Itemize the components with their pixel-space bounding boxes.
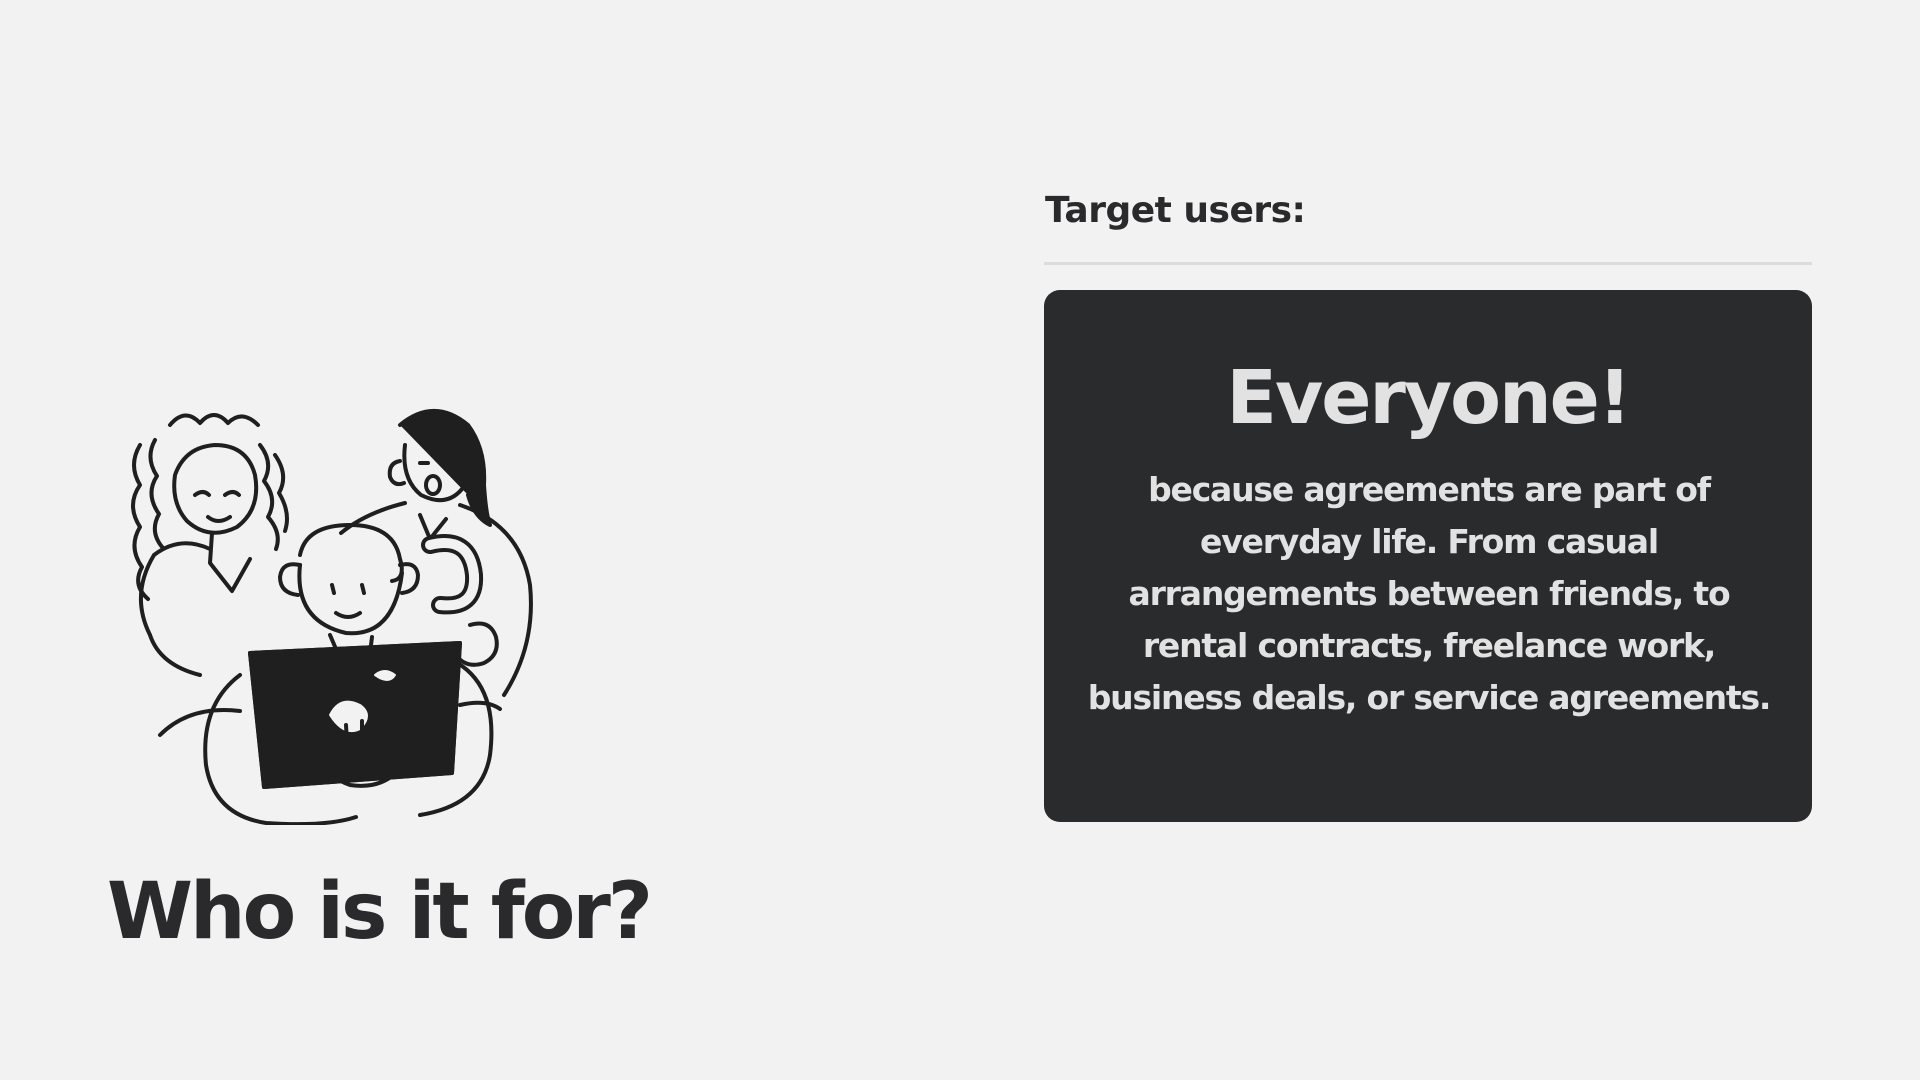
page-title: Who is it for?	[107, 867, 653, 957]
people-around-laptop-icon	[131, 409, 533, 825]
card-body-text: because agreements are part of everyday …	[1087, 469, 1772, 717]
target-users-card: Everyone! because agreements are part of…	[1044, 290, 1812, 822]
section-divider	[1044, 262, 1812, 265]
target-users-label: Target users:	[1045, 190, 1306, 231]
people-around-laptop-illustration	[100, 385, 570, 825]
card-heading: Everyone!	[1226, 355, 1631, 441]
